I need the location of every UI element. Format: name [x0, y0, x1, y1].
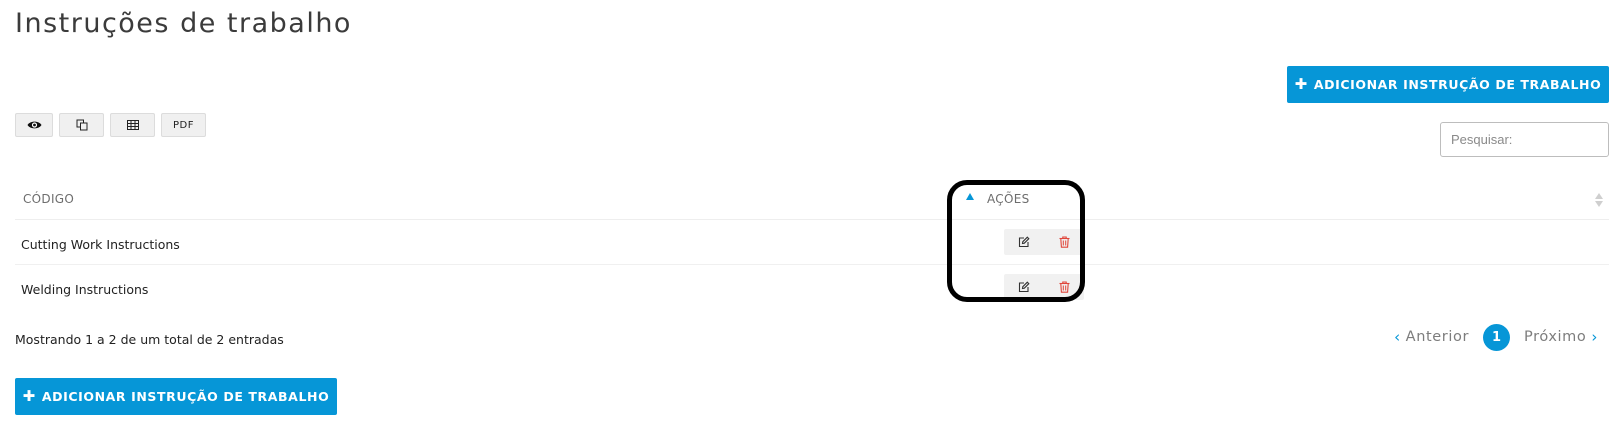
column-header-code[interactable]: CÓDIGO [23, 192, 74, 206]
next-label: Próximo [1524, 329, 1587, 345]
search-input[interactable] [1440, 122, 1609, 157]
sort-ascending-icon [966, 193, 974, 200]
add-work-instruction-button-bottom[interactable]: ✚ ADICIONAR INSTRUÇÃO DE TRABALHO [15, 378, 337, 415]
plus-icon: ✚ [1294, 75, 1308, 93]
row-actions [1004, 274, 1084, 300]
pdf-export-button[interactable]: PDF [161, 113, 206, 137]
table-row: Welding Instructions [15, 265, 1609, 310]
delete-button[interactable] [1044, 274, 1084, 300]
table-info: Mostrando 1 a 2 de um total de 2 entrada… [15, 332, 284, 347]
column-visibility-button[interactable] [15, 113, 53, 137]
sort-up-arrow-icon [1595, 193, 1603, 199]
trash-icon [1059, 281, 1069, 293]
sort-down-arrow-icon [1595, 201, 1603, 207]
edit-button[interactable] [1004, 229, 1044, 255]
delete-button[interactable] [1044, 229, 1084, 255]
row-actions [1004, 229, 1084, 255]
chevron-right-icon: › [1591, 328, 1598, 346]
csv-export-button[interactable] [110, 113, 155, 137]
work-instructions-table: CÓDIGO AÇÕES Cutting Work Instructions W… [15, 180, 1609, 310]
pagination: ‹ Anterior 1 Próximo › [1394, 323, 1598, 351]
code-cell: Cutting Work Instructions [21, 237, 180, 252]
previous-page-link[interactable]: ‹ Anterior [1394, 328, 1469, 346]
chevron-left-icon: ‹ [1394, 328, 1401, 346]
edit-icon [1018, 281, 1030, 293]
copy-icon [76, 119, 87, 131]
page-1-button[interactable]: 1 [1483, 323, 1511, 351]
table-row: Cutting Work Instructions [15, 220, 1609, 265]
table-grid-icon [126, 120, 139, 130]
eye-icon [27, 121, 41, 129]
code-cell: Welding Instructions [21, 282, 149, 297]
page-title: Instruções de trabalho [15, 8, 352, 39]
table-header: CÓDIGO AÇÕES [15, 180, 1609, 220]
add-button-label: ADICIONAR INSTRUÇÃO DE TRABALHO [41, 389, 330, 404]
plus-icon: ✚ [22, 387, 36, 405]
edit-button[interactable] [1004, 274, 1044, 300]
previous-label: Anterior [1405, 329, 1470, 345]
sort-both-icon[interactable] [1595, 193, 1605, 209]
copy-button[interactable] [59, 113, 104, 137]
trash-icon [1059, 236, 1069, 248]
add-work-instruction-button-top[interactable]: ✚ ADICIONAR INSTRUÇÃO DE TRABALHO [1287, 66, 1609, 103]
column-header-actions[interactable]: AÇÕES [987, 192, 1030, 206]
next-page-link[interactable]: Próximo › [1524, 328, 1598, 346]
add-button-label: ADICIONAR INSTRUÇÃO DE TRABALHO [1313, 77, 1602, 92]
edit-icon [1018, 236, 1030, 248]
